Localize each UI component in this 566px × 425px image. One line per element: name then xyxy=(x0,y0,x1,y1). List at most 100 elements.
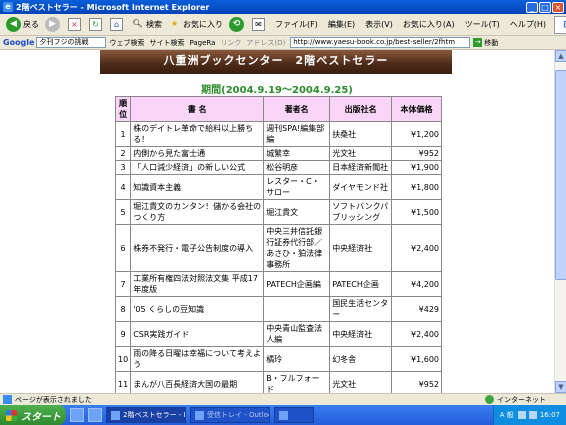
table-row: 1 株のデイトレ革命で給料以上勝ちる！ 週刊SPA!編集部編 扶桑社 ¥1,200 xyxy=(114,121,442,147)
star-icon: ★ xyxy=(170,19,179,28)
rank-cell: 11 xyxy=(114,371,132,393)
author-cell: 中央青山監査法人編 xyxy=(263,321,331,347)
publisher-cell: 中央経済社 xyxy=(329,224,392,272)
tray-volume-icon[interactable] xyxy=(528,411,537,419)
title-cell: CSR実践ガイド xyxy=(130,321,265,347)
author-header: 著者名 xyxy=(263,96,331,122)
title-header: 書 名 xyxy=(130,96,265,122)
author-cell: 中央三井信託銀行証券代行部／あさひ・狛法律事務所 xyxy=(263,224,331,272)
go-label: 移動 xyxy=(484,38,499,47)
mail-button[interactable]: ✉ xyxy=(249,16,270,34)
publisher-header: 出版社名 xyxy=(329,96,392,122)
ie-icon: e xyxy=(3,2,13,12)
table-row: 9 CSR実践ガイド 中央青山監査法人編 中央経済社 ¥2,400 xyxy=(114,321,442,347)
start-button[interactable]: スタート xyxy=(0,405,66,425)
refresh-icon: ↻ xyxy=(89,18,102,31)
taskbar: スタート 2階ベストセラー - Mic... 受信トレイ - Outlook .… xyxy=(0,405,566,425)
history-icon: ⟲ xyxy=(229,17,244,32)
forward-button[interactable]: ▶ xyxy=(42,16,65,34)
vertical-scrollbar[interactable]: ▲ ▼ xyxy=(554,50,566,393)
google-search-input[interactable]: 夕刊フジの挑戦 xyxy=(36,37,107,48)
title-cell: まんが八百長経済大国の最期 xyxy=(130,371,265,393)
ime-indicator[interactable]: A 般 xyxy=(500,410,514,420)
publisher-cell: ソフトバンクパブリッシング xyxy=(329,199,392,225)
publisher-cell: 中央経済社 xyxy=(329,321,392,347)
page-content: 八重洲ブックセンター 2階ベストセラー 期間(2004.9.19〜2004.9.… xyxy=(0,50,554,393)
publisher-cell: 光文社 xyxy=(329,146,392,161)
search-button[interactable]: 🔍︎ 検索 xyxy=(128,16,165,34)
rank-cell: 4 xyxy=(114,174,132,200)
price-cell: ¥1,600 xyxy=(391,346,442,372)
title-cell: 株券不発行・電子公告制度の導入 xyxy=(130,224,265,272)
title-cell: 「人口減少経済」の新しい公式 xyxy=(130,160,265,175)
address-label: アドレス(D) xyxy=(246,38,286,47)
table-row: 5 堀江貴文のカンタン！儲かる会社のつくり方 堀江貴文 ソフトバンクパブリッシング ¥1… xyxy=(114,199,442,225)
author-cell: 堀江貴文 xyxy=(263,199,331,225)
close-button[interactable]: × xyxy=(552,1,564,13)
table-row: 3 「人口減少経済」の新しい公式 松谷明彦 日本経済新聞社 ¥1,900 xyxy=(114,160,442,175)
task-other-window[interactable] xyxy=(274,407,314,423)
google-logo: Google xyxy=(3,38,35,47)
favorites-label: お気に入り xyxy=(183,20,223,29)
quicklaunch-outlook-icon[interactable] xyxy=(88,408,102,422)
price-cell: ¥2,400 xyxy=(391,224,442,272)
author-cell: PATECH企画編 xyxy=(263,271,331,297)
publisher-cell: 扶桑社 xyxy=(329,121,392,147)
quicklaunch-ie-icon[interactable] xyxy=(70,408,84,422)
scroll-up-button[interactable]: ▲ xyxy=(555,50,566,62)
price-cell: ¥1,200 xyxy=(391,121,442,147)
home-icon: ⌂ xyxy=(110,18,123,31)
window-title-bar[interactable]: e 2階ベストセラー - Microsoft Internet Explorer… xyxy=(0,0,566,14)
web-search-button[interactable]: ウェブ検索 xyxy=(109,38,144,48)
menu-view[interactable]: 表示(V) xyxy=(360,19,398,30)
table-row: 10 雨の降る日曜は幸福について考えよう 橘玲 幻冬舎 ¥1,600 xyxy=(114,346,442,372)
menu-edit[interactable]: 編集(E) xyxy=(323,19,360,30)
title-cell: 株のデイトレ革命で給料以上勝ちる！ xyxy=(130,121,265,147)
address-input[interactable]: http://www.yaesu-book.co.jp/best-seller/… xyxy=(290,37,471,48)
forward-arrow-icon: ▶ xyxy=(45,17,60,32)
table-row: 7 工業所有権四法対照法文集 平成17年度版 PATECH企画編 PATECH企画 ¥4… xyxy=(114,271,442,297)
home-button[interactable]: ⌂ xyxy=(107,16,128,34)
table-row: 6 株券不発行・電子公告制度の導入 中央三井信託銀行証券代行部／あさひ・狛法律事務所… xyxy=(114,224,442,272)
price-cell: ¥1,800 xyxy=(391,174,442,200)
site-search-button[interactable]: サイト検索 xyxy=(149,38,184,48)
scroll-down-button[interactable]: ▼ xyxy=(555,381,566,393)
title-cell: 堀江貴文のカンタン！儲かる会社のつくり方 xyxy=(130,199,265,225)
maximize-button[interactable]: □ xyxy=(539,1,551,13)
publisher-cell: 日本経済新聞社 xyxy=(329,160,392,175)
author-cell: 橘玲 xyxy=(263,346,331,372)
ie-task-icon xyxy=(111,410,120,420)
favorites-button[interactable]: ★ お気に入り xyxy=(165,16,226,34)
start-label: スタート xyxy=(21,411,61,423)
price-cell: ¥2,400 xyxy=(391,321,442,347)
status-bar: ページが表示されました インターネット xyxy=(0,393,566,405)
scroll-thumb[interactable] xyxy=(555,70,566,280)
minimize-button[interactable]: _ xyxy=(526,1,538,13)
back-arrow-icon: ◀ xyxy=(6,17,21,32)
history-button[interactable]: ⟲ xyxy=(226,16,249,34)
price-cell: ¥952 xyxy=(391,146,442,161)
mail-icon: ✉ xyxy=(252,18,265,31)
price-cell: ¥4,200 xyxy=(391,271,442,297)
menu-file[interactable]: ファイル(F) xyxy=(270,19,323,30)
task-outlook-window[interactable]: 受信トレイ - Outlook ... xyxy=(190,407,270,423)
author-cell: 週刊SPA!編集部編 xyxy=(263,121,331,147)
go-arrow-icon: → xyxy=(473,38,483,47)
tray-network-icon[interactable] xyxy=(517,411,526,419)
go-button[interactable]: → 移動 xyxy=(473,38,498,48)
task-ie-window[interactable]: 2階ベストセラー - Mic... xyxy=(106,407,186,423)
links-label[interactable]: リンク xyxy=(220,38,241,48)
table-row: 11 まんが八百長経済大国の最期 B・フルフォード 光文社 ¥952 xyxy=(114,371,442,393)
publisher-cell: 国民生活センター xyxy=(329,296,392,322)
back-button[interactable]: ◀ 戻る xyxy=(3,16,42,34)
security-zone: インターネット xyxy=(485,395,546,405)
stop-button[interactable]: × xyxy=(65,16,86,34)
menu-help[interactable]: ヘルプ(H) xyxy=(505,19,551,30)
publisher-cell: 幻冬舎 xyxy=(329,346,392,372)
menu-tools[interactable]: ツール(T) xyxy=(460,19,505,30)
clock: 16:07 xyxy=(539,411,560,419)
refresh-button[interactable]: ↻ xyxy=(86,16,107,34)
author-cell: レスター・C・サロー xyxy=(263,174,331,200)
price-cell: ¥429 xyxy=(391,296,442,322)
menu-favorites[interactable]: お気に入り(A) xyxy=(398,19,460,30)
